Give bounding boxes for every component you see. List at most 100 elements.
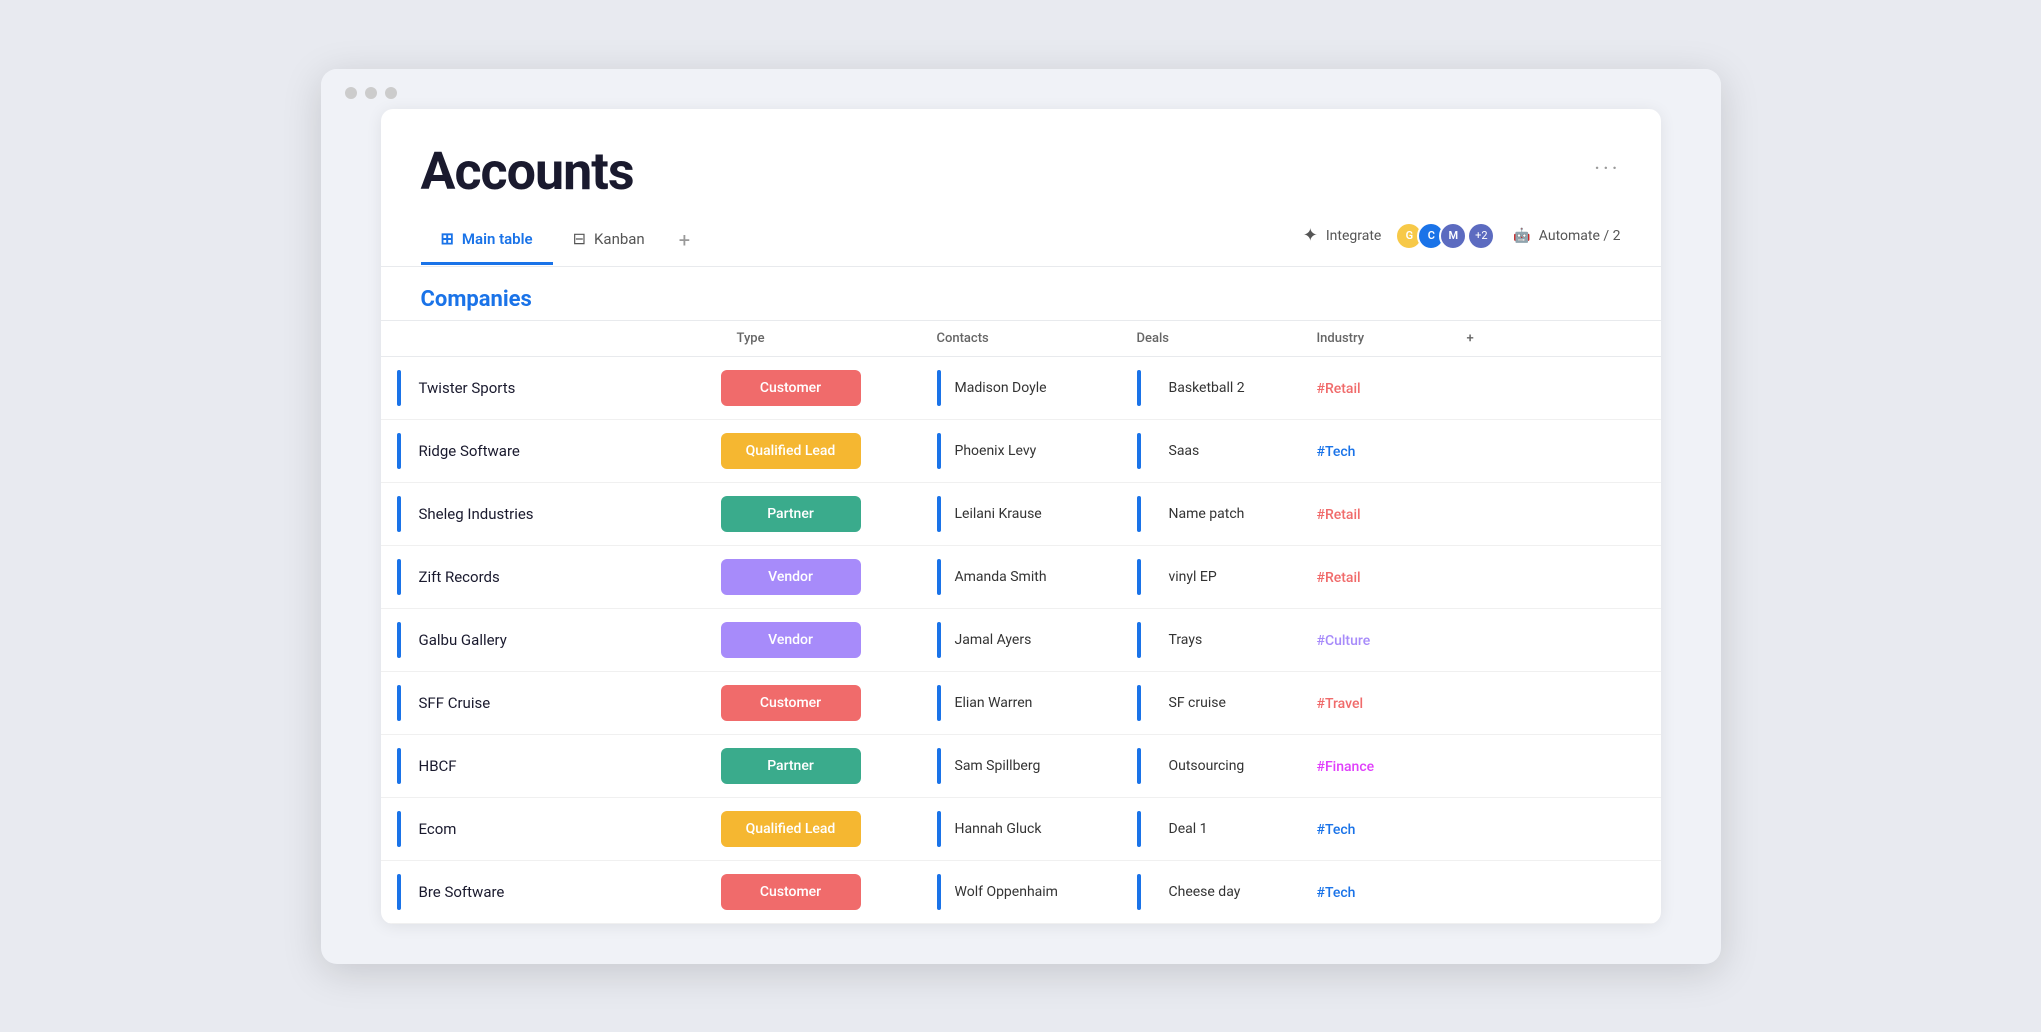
company-name: Bre Software bbox=[419, 883, 505, 901]
row-indicator bbox=[397, 370, 401, 406]
industry-tag: #Tech bbox=[1301, 822, 1372, 838]
cell-deal-5: SF cruise bbox=[1121, 672, 1301, 734]
deal-bar bbox=[1137, 559, 1141, 595]
row-indicator bbox=[397, 622, 401, 658]
more-menu-button[interactable]: ··· bbox=[1594, 157, 1620, 182]
deal-name: vinyl EP bbox=[1155, 569, 1217, 585]
contact-bar bbox=[937, 496, 941, 532]
cell-contact-3: Amanda Smith bbox=[921, 546, 1121, 608]
section-title: Companies bbox=[421, 287, 532, 312]
row-indicator bbox=[397, 748, 401, 784]
cell-company-3: Zift Records bbox=[381, 546, 721, 608]
tab-main-table-label: Main table bbox=[462, 230, 533, 248]
kanban-icon: ⊟ bbox=[573, 229, 586, 248]
cell-company-0: Twister Sports bbox=[381, 357, 721, 419]
browser-bar bbox=[321, 69, 1721, 109]
row-indicator bbox=[397, 559, 401, 595]
type-badge: Partner bbox=[721, 496, 861, 532]
type-badge: Vendor bbox=[721, 622, 861, 658]
cell-contact-7: Hannah Gluck bbox=[921, 798, 1121, 860]
contact-bar bbox=[937, 559, 941, 595]
row-indicator bbox=[397, 685, 401, 721]
deal-bar bbox=[1137, 811, 1141, 847]
industry-tag: #Retail bbox=[1301, 507, 1377, 523]
cell-empty bbox=[1451, 734, 1661, 797]
contact-bar bbox=[937, 433, 941, 469]
table-row[interactable]: SFF Cruise Customer Elian Warren SF crui… bbox=[381, 671, 1661, 734]
cell-company-5: SFF Cruise bbox=[381, 672, 721, 734]
table-row[interactable]: Ridge Software Qualified Lead Phoenix Le… bbox=[381, 419, 1661, 482]
avatar-3: M bbox=[1439, 222, 1467, 250]
cell-empty bbox=[1451, 860, 1661, 923]
cell-deal-0: Basketball 2 bbox=[1121, 357, 1301, 419]
company-name: Twister Sports bbox=[419, 379, 516, 397]
table-row[interactable]: Sheleg Industries Partner Leilani Krause… bbox=[381, 482, 1661, 545]
deal-name: Trays bbox=[1155, 632, 1203, 648]
industry-tag: #Retail bbox=[1301, 381, 1377, 397]
table-row[interactable]: Galbu Gallery Vendor Jamal Ayers Trays #… bbox=[381, 608, 1661, 671]
browser-dot-1 bbox=[345, 87, 357, 99]
deal-name: Name patch bbox=[1155, 506, 1245, 522]
cell-deal-6: Outsourcing bbox=[1121, 735, 1301, 797]
type-badge: Vendor bbox=[721, 559, 861, 595]
type-badge: Partner bbox=[721, 748, 861, 784]
company-name: Ecom bbox=[419, 820, 457, 838]
industry-tag: #Finance bbox=[1301, 759, 1391, 775]
tab-kanban[interactable]: ⊟ Kanban bbox=[553, 219, 665, 265]
cell-deal-1: Saas bbox=[1121, 420, 1301, 482]
industry-tag: #Culture bbox=[1301, 633, 1387, 649]
data-table: Type Contacts Deals Industry + Twister S… bbox=[381, 320, 1661, 924]
cell-empty bbox=[1451, 671, 1661, 734]
industry-tag: #Retail bbox=[1301, 570, 1377, 586]
cell-company-1: Ridge Software bbox=[381, 420, 721, 482]
page-title: Accounts bbox=[421, 141, 634, 202]
deal-bar bbox=[1137, 370, 1141, 406]
industry-tag: #Tech bbox=[1301, 885, 1372, 901]
avatar-badge: +2 bbox=[1469, 224, 1493, 248]
col-header-deals: Deals bbox=[1121, 320, 1301, 356]
tabs-bar: ⊞ Main table ⊟ Kanban + ✦ Integrate G C … bbox=[381, 202, 1661, 267]
row-indicator bbox=[397, 496, 401, 532]
type-badge: Customer bbox=[721, 874, 861, 910]
table-row[interactable]: Zift Records Vendor Amanda Smith vinyl E… bbox=[381, 545, 1661, 608]
automate-button[interactable]: 🤖 Automate / 2 bbox=[1513, 228, 1620, 244]
company-name: Zift Records bbox=[419, 568, 500, 586]
table-row[interactable]: HBCF Partner Sam Spillberg Outsourcing #… bbox=[381, 734, 1661, 797]
company-name: Ridge Software bbox=[419, 442, 520, 460]
col-header-type: Type bbox=[721, 320, 921, 356]
deal-bar bbox=[1137, 748, 1141, 784]
deal-bar bbox=[1137, 496, 1141, 532]
deal-name: Basketball 2 bbox=[1155, 380, 1245, 396]
add-column-button[interactable]: + bbox=[1451, 320, 1661, 356]
company-name: SFF Cruise bbox=[419, 694, 491, 712]
table-section-header: Companies bbox=[381, 267, 1661, 320]
table-row[interactable]: Bre Software Customer Wolf Oppenhaim Che… bbox=[381, 860, 1661, 923]
add-tab-button[interactable]: + bbox=[665, 218, 704, 266]
type-badge: Qualified Lead bbox=[721, 433, 861, 469]
company-name: Sheleg Industries bbox=[419, 505, 534, 523]
cell-deal-8: Cheese day bbox=[1121, 861, 1301, 923]
cell-contact-0: Madison Doyle bbox=[921, 357, 1121, 419]
integrate-label: Integrate bbox=[1326, 228, 1382, 244]
table-row[interactable]: Twister Sports Customer Madison Doyle Ba… bbox=[381, 356, 1661, 419]
table-header-row: Type Contacts Deals Industry + bbox=[381, 320, 1661, 356]
contact-name: Wolf Oppenhaim bbox=[955, 884, 1058, 900]
contact-bar bbox=[937, 811, 941, 847]
browser-dot-2 bbox=[365, 87, 377, 99]
table-icon: ⊞ bbox=[441, 229, 454, 248]
deal-name: Outsourcing bbox=[1155, 758, 1245, 774]
integrate-button[interactable]: ✦ Integrate bbox=[1303, 225, 1382, 246]
contact-bar bbox=[937, 370, 941, 406]
cell-company-6: HBCF bbox=[381, 735, 721, 797]
contact-bar bbox=[937, 748, 941, 784]
row-indicator bbox=[397, 433, 401, 469]
contact-name: Phoenix Levy bbox=[955, 443, 1037, 459]
cell-empty bbox=[1451, 545, 1661, 608]
tabs-right: ✦ Integrate G C M +2 🤖 Automate / 2 bbox=[1303, 222, 1621, 262]
cell-contact-6: Sam Spillberg bbox=[921, 735, 1121, 797]
cell-contact-8: Wolf Oppenhaim bbox=[921, 861, 1121, 923]
app-container: Accounts ··· ⊞ Main table ⊟ Kanban + ✦ I… bbox=[381, 109, 1661, 924]
contact-name: Hannah Gluck bbox=[955, 821, 1042, 837]
table-row[interactable]: Ecom Qualified Lead Hannah Gluck Deal 1 … bbox=[381, 797, 1661, 860]
tab-main-table[interactable]: ⊞ Main table bbox=[421, 219, 553, 265]
